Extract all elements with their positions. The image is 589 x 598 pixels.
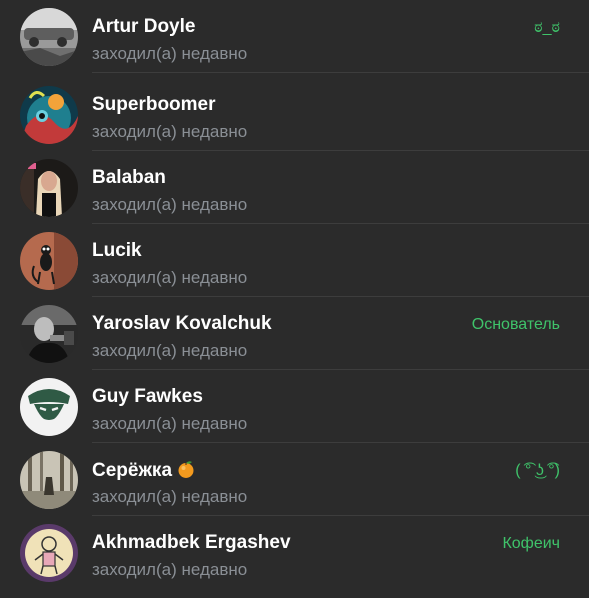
avatar[interactable] bbox=[20, 378, 78, 436]
member-name: Yaroslav Kovalchuk bbox=[92, 313, 272, 334]
avatar[interactable] bbox=[20, 232, 78, 290]
member-badge: Кофеич bbox=[502, 535, 560, 552]
bw-portrait-icon bbox=[20, 305, 78, 363]
member-row[interactable]: Superboomer заходил(а) недавно bbox=[0, 78, 589, 151]
member-name: Artur Doyle bbox=[92, 16, 196, 37]
member-status: заходил(а) недавно bbox=[92, 341, 248, 360]
tangerine-emoji-icon bbox=[178, 461, 194, 478]
member-status: заходил(а) недавно bbox=[92, 122, 248, 141]
member-row[interactable]: Серёжка заходил(а) недавно ( ͡° ͜ʖ ͡°) bbox=[0, 443, 589, 516]
member-badge: ( ͡° ͜ʖ ͡°) bbox=[515, 462, 560, 479]
member-status: заходил(а) недавно bbox=[92, 560, 248, 579]
member-list: Artur Doyle заходил(а) недавно ಠ_ಠ Super… bbox=[0, 0, 589, 598]
member-name: Balaban bbox=[92, 167, 166, 188]
avatar[interactable] bbox=[20, 524, 78, 582]
member-badge: Основатель bbox=[471, 316, 560, 333]
member-name: Guy Fawkes bbox=[92, 386, 203, 407]
member-status: заходил(а) недавно bbox=[92, 414, 248, 433]
member-name: Superboomer bbox=[92, 94, 216, 115]
cartoon-character-icon bbox=[20, 232, 78, 290]
cartoon-drawing-icon bbox=[20, 524, 78, 582]
member-name: Lucik bbox=[92, 240, 142, 261]
member-name: Серёжка bbox=[92, 459, 196, 482]
guy-fawkes-mask-icon bbox=[20, 378, 78, 436]
member-row[interactable]: Lucik заходил(а) недавно bbox=[0, 224, 589, 297]
member-name-text: Серёжка bbox=[92, 460, 173, 481]
member-status: заходил(а) недавно bbox=[92, 487, 248, 506]
avatar[interactable] bbox=[20, 8, 78, 66]
divider bbox=[92, 72, 589, 73]
avatar[interactable] bbox=[20, 86, 78, 144]
member-badge: ಠ_ಠ bbox=[534, 19, 560, 36]
avatar[interactable] bbox=[20, 305, 78, 363]
member-row[interactable]: Balaban заходил(а) недавно bbox=[0, 151, 589, 224]
person-photo-icon bbox=[20, 159, 78, 217]
psychedelic-art-icon bbox=[20, 86, 78, 144]
member-row[interactable]: Guy Fawkes заходил(а) недавно bbox=[0, 370, 589, 443]
avatar[interactable] bbox=[20, 451, 78, 509]
member-row[interactable]: Artur Doyle заходил(а) недавно ಠ_ಠ bbox=[0, 0, 589, 73]
member-status: заходил(а) недавно bbox=[92, 268, 248, 287]
member-row[interactable]: Yaroslav Kovalchuk заходил(а) недавно Ос… bbox=[0, 297, 589, 370]
avatar[interactable] bbox=[20, 159, 78, 217]
member-name: Akhmadbek Ergashev bbox=[92, 532, 291, 553]
member-status: заходил(а) недавно bbox=[92, 195, 248, 214]
photo-car-icon bbox=[20, 8, 78, 66]
forest-scene-icon bbox=[20, 451, 78, 509]
member-status: заходил(а) недавно bbox=[92, 44, 248, 63]
member-row[interactable]: Akhmadbek Ergashev заходил(а) недавно Ко… bbox=[0, 516, 589, 589]
